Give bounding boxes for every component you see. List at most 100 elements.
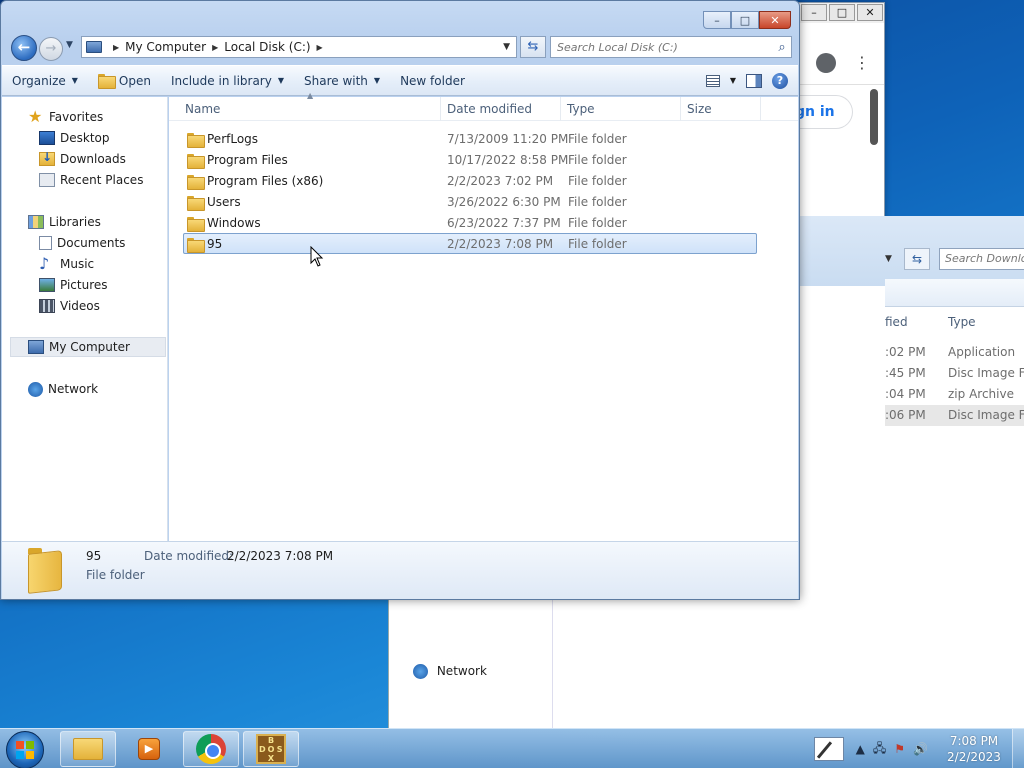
- documents-icon: [39, 236, 52, 250]
- open-folder-icon: [97, 74, 116, 89]
- chevron-down-icon: ▼: [277, 76, 284, 85]
- maximize-button[interactable]: □: [731, 11, 759, 29]
- taskbar-media-player-button[interactable]: ▶: [121, 731, 177, 767]
- network-tray-icon[interactable]: 🖧: [873, 739, 886, 760]
- explorer-window[interactable]: – □ ✕ ← → ▼ ▶ My Computer ▶ Local Disk (…: [0, 0, 800, 600]
- help-icon[interactable]: ?: [772, 72, 788, 89]
- background-col-modified[interactable]: fied: [885, 315, 908, 329]
- background-file-row[interactable]: :06 PM Disc Image Fil: [885, 405, 1024, 426]
- background-search-input[interactable]: Search Downlo: [939, 248, 1024, 270]
- background-refresh-button[interactable]: ⇆: [904, 248, 930, 270]
- breadcrumb-my-computer[interactable]: My Computer: [125, 40, 206, 54]
- background-col-type[interactable]: Type: [948, 315, 976, 329]
- start-button[interactable]: [6, 731, 44, 768]
- sidebar-item-label: Libraries: [49, 215, 101, 229]
- close-button[interactable]: ✕: [759, 11, 791, 29]
- sidebar-item-recent-places[interactable]: Recent Places: [39, 170, 143, 190]
- taskbar-explorer-button[interactable]: [60, 731, 116, 767]
- open-button[interactable]: Open: [88, 69, 161, 92]
- file-name: PerfLogs: [207, 132, 259, 146]
- file-date: 7/13/2009 11:20 PM: [447, 132, 569, 146]
- file-row-windows[interactable]: Windows 6/23/2022 7:37 PM File folder: [183, 212, 757, 233]
- column-header-size[interactable]: Size: [681, 97, 761, 121]
- organize-button[interactable]: Organize ▼: [2, 69, 88, 92]
- new-folder-button[interactable]: New folder: [390, 69, 475, 92]
- chrome-icon: [196, 734, 226, 764]
- browser-scrollbar[interactable]: [870, 89, 878, 145]
- profile-avatar-icon[interactable]: [816, 52, 836, 73]
- search-box[interactable]: ⌕: [550, 36, 792, 58]
- sidebar-item-label: Downloads: [60, 152, 126, 166]
- taskbar-chrome-button[interactable]: [183, 731, 239, 767]
- file-row-program-files-x86[interactable]: Program Files (x86) 2/2/2023 7:02 PM Fil…: [183, 170, 757, 191]
- background-sidebar-network[interactable]: Network: [413, 664, 487, 679]
- column-header-type[interactable]: Type: [561, 97, 681, 121]
- background-row-time: :45 PM: [885, 366, 926, 380]
- background-file-row[interactable]: :45 PM Disc Image Fil: [885, 363, 1024, 384]
- file-date: 3/26/2022 6:30 PM: [447, 195, 561, 209]
- include-in-library-button[interactable]: Include in library ▼: [161, 69, 294, 92]
- breadcrumb-separator-icon[interactable]: ▶: [212, 43, 218, 52]
- file-row-users[interactable]: Users 3/26/2022 6:30 PM File folder: [183, 191, 757, 212]
- file-type: File folder: [568, 216, 627, 230]
- show-hidden-icons-icon[interactable]: ▲: [856, 742, 865, 756]
- sidebar-item-downloads[interactable]: Downloads: [39, 149, 126, 169]
- column-header-name[interactable]: Name: [179, 97, 441, 121]
- preview-pane-icon[interactable]: [746, 73, 762, 88]
- menu-kebab-icon[interactable]: ⋮: [854, 53, 870, 72]
- background-file-row[interactable]: :02 PM Application: [885, 342, 1024, 363]
- sidebar-item-libraries[interactable]: Libraries: [28, 212, 101, 232]
- sidebar-item-favorites[interactable]: ★ Favorites: [28, 107, 103, 127]
- show-desktop-button[interactable]: [1012, 729, 1024, 768]
- background-file-row[interactable]: :04 PM zip Archive: [885, 384, 1024, 405]
- sidebar-item-music[interactable]: ♪ Music: [39, 254, 94, 274]
- background-row-type: Disc Image Fil: [948, 366, 1024, 380]
- view-options-chevron-icon[interactable]: ▼: [730, 76, 736, 85]
- share-with-label: Share with: [304, 73, 368, 88]
- folder-icon: [187, 133, 205, 148]
- forward-button[interactable]: →: [39, 37, 63, 61]
- pen-input-icon[interactable]: [813, 737, 844, 761]
- file-row-perflogs[interactable]: PerfLogs 7/13/2009 11:20 PM File folder: [183, 128, 757, 149]
- background-address-dropdown-icon[interactable]: ▼: [885, 248, 901, 270]
- window-caption-buttons: – □ ✕: [703, 11, 791, 29]
- browser-close-button[interactable]: ✕: [857, 4, 883, 21]
- file-type: File folder: [568, 174, 627, 188]
- file-list[interactable]: ▲ Name Date modified Type Size PerfLogs …: [169, 91, 798, 541]
- sidebar-item-pictures[interactable]: Pictures: [39, 275, 108, 295]
- taskbar-dosbox-button[interactable]: B DOS X: [243, 731, 299, 767]
- action-center-icon[interactable]: ⚑: [894, 742, 905, 756]
- minimize-button[interactable]: –: [703, 11, 731, 29]
- background-row-time: :04 PM: [885, 387, 926, 401]
- back-button[interactable]: ←: [11, 35, 37, 61]
- browser-maximize-button[interactable]: □: [829, 4, 855, 21]
- column-header-date-modified[interactable]: Date modified: [441, 97, 561, 121]
- sidebar-item-videos[interactable]: Videos: [39, 296, 100, 316]
- search-input[interactable]: [551, 38, 773, 56]
- sidebar-item-network[interactable]: Network: [28, 379, 98, 399]
- address-bar[interactable]: ▶ My Computer ▶ Local Disk (C:) ▶ ▼: [81, 36, 517, 58]
- address-dropdown-icon[interactable]: ▼: [503, 42, 510, 52]
- breadcrumb-separator-icon[interactable]: ▶: [113, 43, 119, 52]
- refresh-button[interactable]: ⇆: [520, 36, 546, 58]
- file-type: File folder: [568, 237, 627, 251]
- breadcrumb-local-disk[interactable]: Local Disk (C:): [224, 40, 310, 54]
- file-row-program-files[interactable]: Program Files 10/17/2022 8:58 PM File fo…: [183, 149, 757, 170]
- browser-minimize-button[interactable]: –: [801, 4, 827, 21]
- include-in-library-label: Include in library: [170, 73, 272, 88]
- sidebar-item-desktop[interactable]: Desktop: [39, 128, 110, 148]
- sidebar-item-my-computer[interactable]: My Computer: [10, 337, 166, 357]
- file-row-95[interactable]: 95 2/2/2023 7:08 PM File folder: [183, 233, 757, 254]
- clock[interactable]: 7:08 PM 2/2/2023: [936, 733, 1012, 765]
- volume-icon[interactable]: 🔊: [913, 742, 928, 756]
- share-with-button[interactable]: Share with ▼: [294, 69, 390, 92]
- file-type: File folder: [568, 132, 627, 146]
- recent-pages-dropdown-icon[interactable]: ▼: [66, 40, 73, 50]
- sidebar-item-label: Pictures: [60, 278, 108, 292]
- windows-logo-icon: [16, 741, 34, 759]
- search-icon[interactable]: ⌕: [773, 40, 791, 55]
- sidebar-item-documents[interactable]: Documents: [39, 233, 125, 253]
- change-view-icon[interactable]: [705, 74, 720, 87]
- breadcrumb-separator-icon[interactable]: ▶: [317, 43, 323, 52]
- file-name: Program Files (x86): [207, 174, 324, 188]
